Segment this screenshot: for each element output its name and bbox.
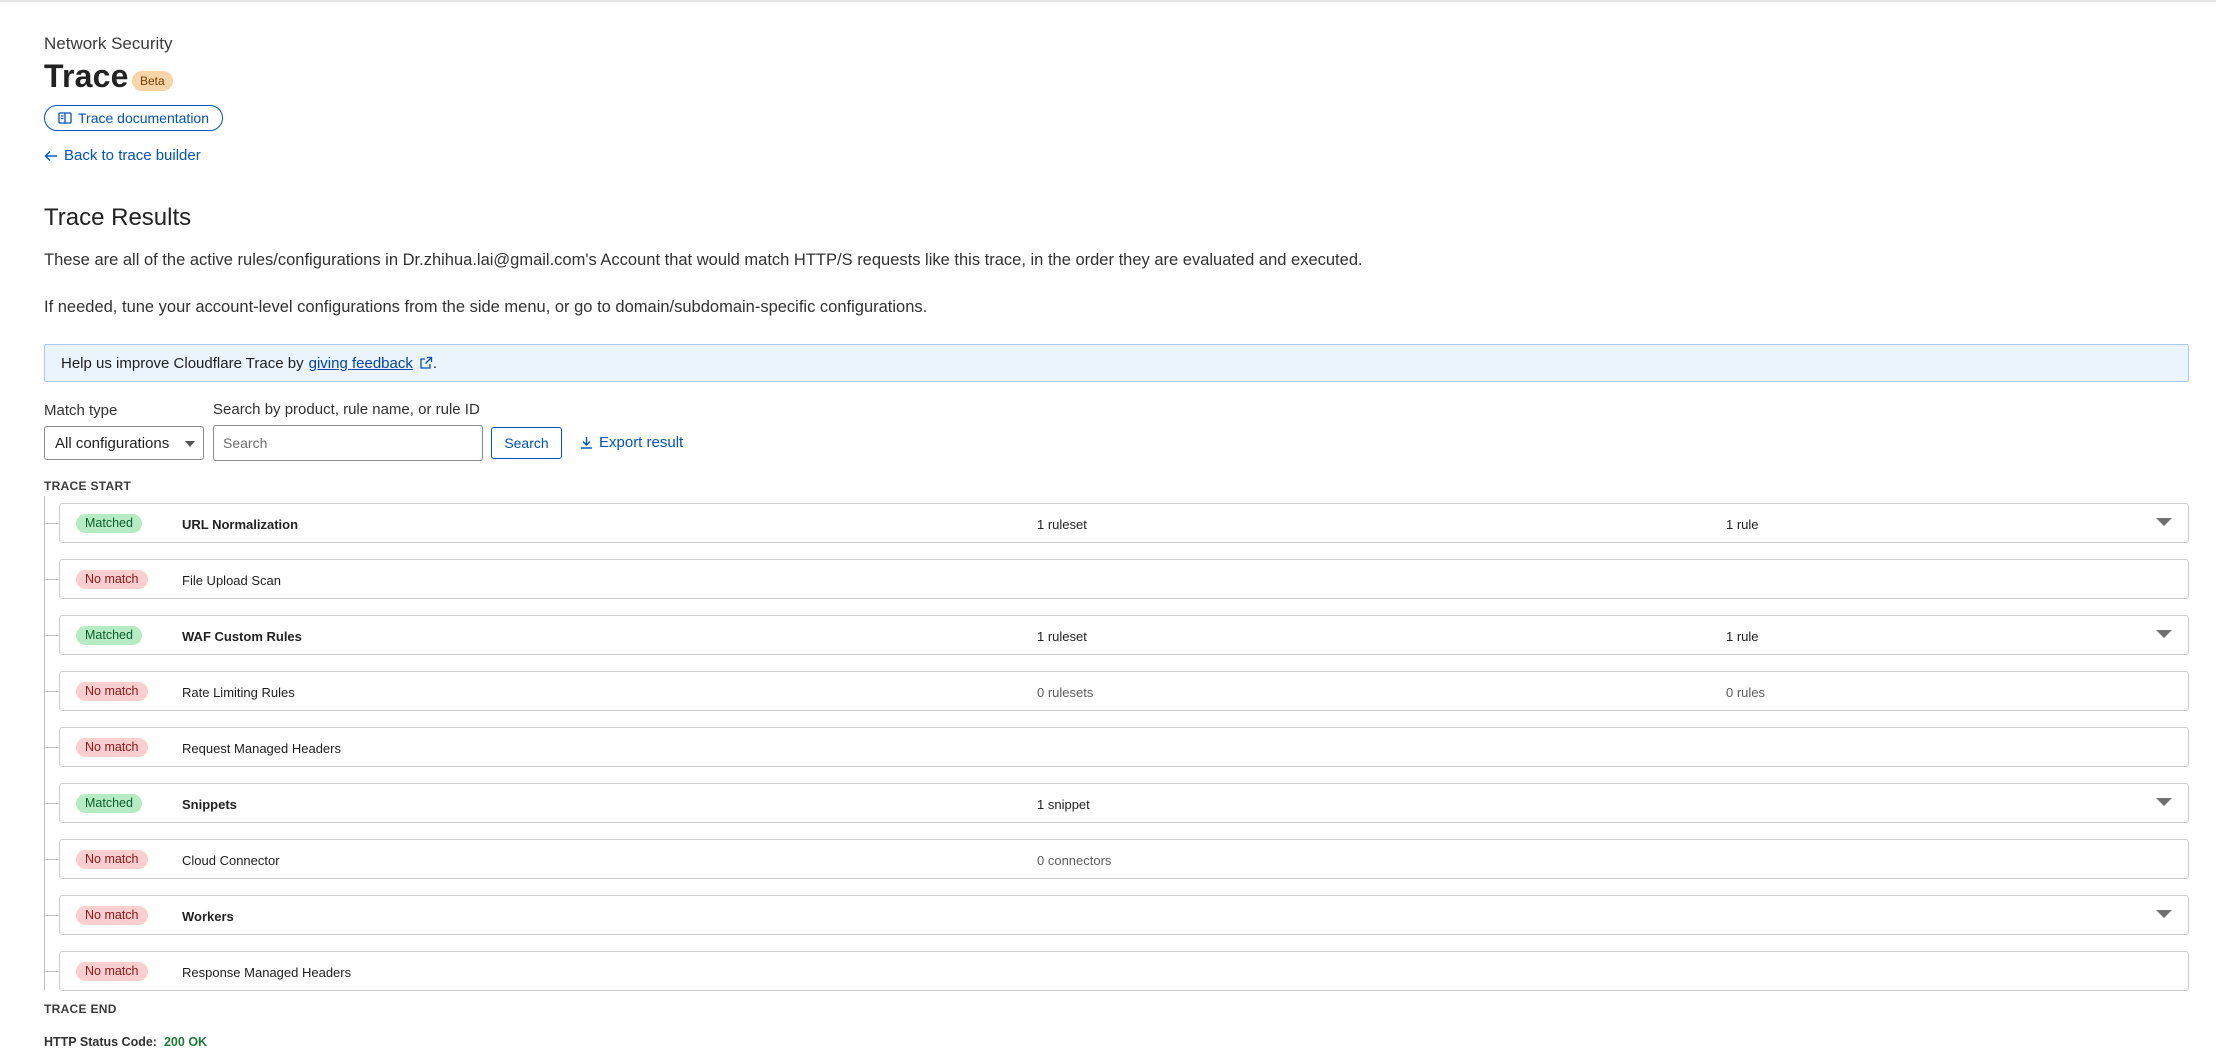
ruleset-count: 0 rulesets xyxy=(1037,685,1094,700)
search-label: Search by product, rule name, or rule ID xyxy=(213,401,480,418)
row-name: Rate Limiting Rules xyxy=(182,685,295,700)
export-result-label: Export result xyxy=(599,434,684,451)
search-input[interactable] xyxy=(213,425,483,461)
trace-row-wrapper: Matched URL Normalization 1 ruleset 1 ru… xyxy=(44,503,2189,559)
section-label: Network Security xyxy=(44,34,173,53)
http-status-label: HTTP Status Code: xyxy=(44,1035,157,1049)
arrow-left-icon xyxy=(44,150,58,162)
row-name: WAF Custom Rules xyxy=(182,629,302,644)
status-badge: No match xyxy=(76,738,148,757)
search-button[interactable]: Search xyxy=(491,427,562,459)
trace-row-wrapper: Matched Snippets 1 snippet xyxy=(44,783,2189,839)
tree-connector xyxy=(44,691,59,692)
trace-documentation-button[interactable]: Trace documentation xyxy=(44,105,223,131)
status-badge: No match xyxy=(76,850,148,869)
snippet-count: 1 snippet xyxy=(1037,797,1090,812)
status-badge: Matched xyxy=(76,626,142,645)
tree-connector xyxy=(44,859,59,860)
http-status: HTTP Status Code: 200 OK xyxy=(44,1035,207,1049)
back-to-trace-builder-link[interactable]: Back to trace builder xyxy=(44,147,201,164)
tree-connector xyxy=(44,579,59,580)
download-icon xyxy=(580,436,593,449)
connector-count: 0 connectors xyxy=(1037,853,1112,868)
trace-row-rate-limiting-rules: No match Rate Limiting Rules 0 rulesets … xyxy=(59,671,2189,711)
back-link-label: Back to trace builder xyxy=(64,147,201,164)
ruleset-count: 1 ruleset xyxy=(1037,629,1087,644)
ruleset-count: 1 ruleset xyxy=(1037,517,1087,532)
trace-row-url-normalization[interactable]: Matched URL Normalization 1 ruleset 1 ru… xyxy=(59,503,2189,543)
trace-row-file-upload-scan: No match File Upload Scan xyxy=(59,559,2189,599)
feedback-banner: Help us improve Cloudflare Trace by givi… xyxy=(44,344,2189,382)
rule-count: 1 rule xyxy=(1726,517,1759,532)
chevron-down-icon[interactable] xyxy=(2156,518,2172,526)
tree-connector xyxy=(44,915,59,916)
status-badge: No match xyxy=(76,962,148,981)
tree-connector xyxy=(44,803,59,804)
chevron-down-icon[interactable] xyxy=(2156,630,2172,638)
trace-row-wrapper: No match Cloud Connector 0 connectors xyxy=(44,839,2189,895)
results-hint: If needed, tune your account-level confi… xyxy=(44,298,928,316)
banner-suffix: . xyxy=(432,354,438,372)
status-badge: Matched xyxy=(76,514,142,533)
top-divider xyxy=(0,0,2216,2)
tree-connector xyxy=(44,971,59,972)
tree-connector xyxy=(44,523,59,524)
trace-row-wrapper: No match Request Managed Headers xyxy=(44,727,2189,783)
results-description: These are all of the active rules/config… xyxy=(44,251,1363,269)
trace-row-wrapper: Matched WAF Custom Rules 1 ruleset 1 rul… xyxy=(44,615,2189,671)
trace-documentation-label: Trace documentation xyxy=(78,110,209,126)
trace-row-waf-custom-rules[interactable]: Matched WAF Custom Rules 1 ruleset 1 rul… xyxy=(59,615,2189,655)
banner-text: Help us improve Cloudflare Trace by xyxy=(61,354,304,372)
match-type-value: All configurations xyxy=(55,434,170,452)
row-name: Cloud Connector xyxy=(182,853,280,868)
rule-count: 0 rules xyxy=(1726,685,1766,700)
trace-row-response-managed-headers: No match Response Managed Headers xyxy=(59,951,2189,991)
trace-row-cloud-connector: No match Cloud Connector 0 connectors xyxy=(59,839,2189,879)
trace-row-workers[interactable]: No match Workers xyxy=(59,895,2189,935)
trace-end-label: TRACE END xyxy=(44,1002,117,1016)
trace-row-snippets[interactable]: Matched Snippets 1 snippet xyxy=(59,783,2189,823)
match-type-label: Match type xyxy=(44,402,118,419)
status-badge: No match xyxy=(76,682,148,701)
trace-row-wrapper: No match File Upload Scan xyxy=(44,559,2189,615)
trace-results-title: Trace Results xyxy=(44,204,192,231)
trace-row-wrapper: No match Rate Limiting Rules 0 rulesets … xyxy=(44,671,2189,727)
export-result-link[interactable]: Export result xyxy=(580,434,683,451)
row-name: Workers xyxy=(182,909,234,924)
book-icon xyxy=(58,111,72,125)
beta-badge: Beta xyxy=(132,71,173,91)
row-name: Snippets xyxy=(182,797,237,812)
trace-row-wrapper: No match Response Managed Headers xyxy=(44,951,2189,1007)
trace-row-wrapper: No match Workers xyxy=(44,895,2189,951)
trace-row-request-managed-headers: No match Request Managed Headers xyxy=(59,727,2189,767)
status-badge: Matched xyxy=(76,794,142,813)
giving-feedback-link[interactable]: giving feedback xyxy=(309,355,413,372)
row-name: Request Managed Headers xyxy=(182,741,341,756)
chevron-down-icon[interactable] xyxy=(2156,798,2172,806)
chevron-down-icon[interactable] xyxy=(2156,910,2172,918)
trace-start-label: TRACE START xyxy=(44,479,132,493)
match-type-select[interactable]: All configurations xyxy=(44,426,204,460)
row-name: URL Normalization xyxy=(182,517,299,532)
row-name: Response Managed Headers xyxy=(182,965,352,980)
external-link-icon[interactable] xyxy=(419,356,433,370)
status-badge: No match xyxy=(76,570,148,589)
trace-rows: Matched URL Normalization 1 ruleset 1 ru… xyxy=(44,503,2189,1007)
row-name: File Upload Scan xyxy=(182,573,281,588)
http-status-value: 200 OK xyxy=(163,1035,208,1049)
tree-connector xyxy=(44,747,59,748)
caret-down-icon xyxy=(185,441,195,447)
page-title: Trace xyxy=(44,58,129,94)
rule-count: 1 rule xyxy=(1726,629,1759,644)
tree-connector xyxy=(44,635,59,636)
status-badge: No match xyxy=(76,906,148,925)
